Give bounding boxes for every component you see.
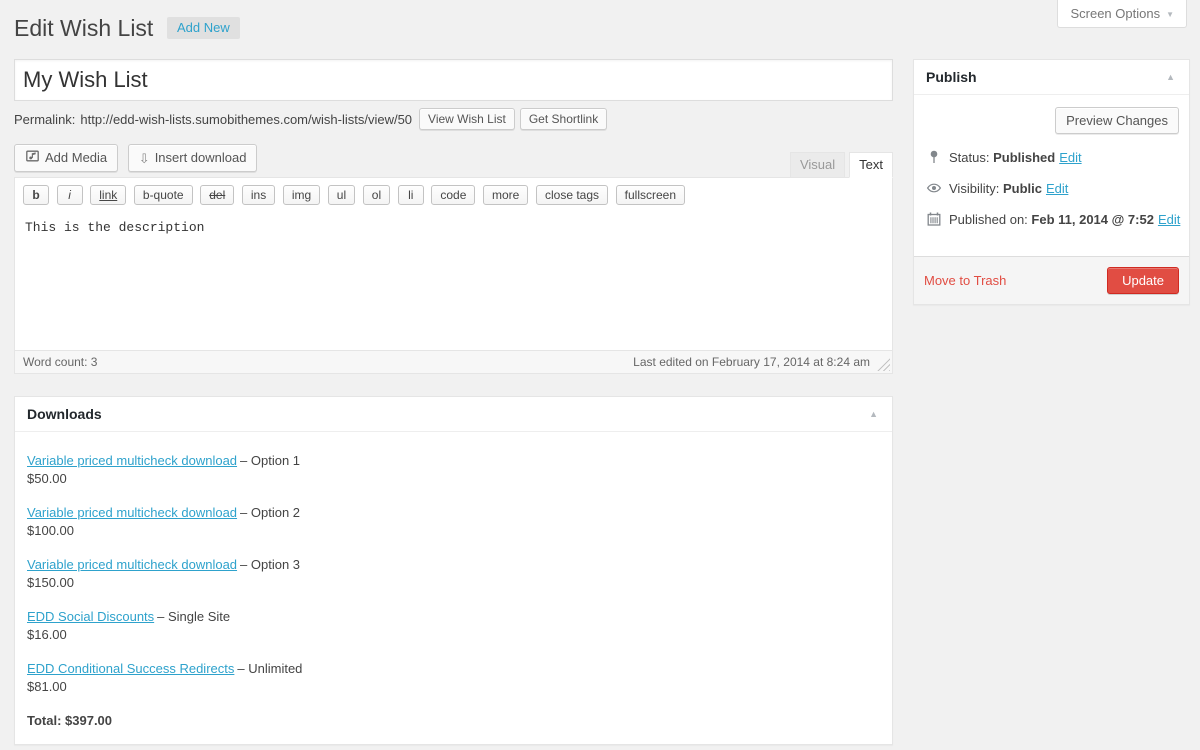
screen-options-button[interactable]: Screen Options ▼ bbox=[1057, 0, 1187, 28]
visibility-row: Visibility: Public Edit bbox=[926, 180, 1177, 196]
word-count: Word count: 3 bbox=[23, 355, 97, 369]
quicktag-italic-button[interactable]: i bbox=[57, 185, 83, 205]
quicktag-link-button[interactable]: link bbox=[90, 185, 126, 205]
quicktag-code-button[interactable]: code bbox=[431, 185, 475, 205]
visibility-label: Visibility: bbox=[949, 181, 1003, 196]
download-price: $81.00 bbox=[27, 678, 880, 696]
eye-icon bbox=[926, 180, 942, 196]
add-media-button[interactable]: Add Media bbox=[14, 144, 118, 172]
visibility-value: Public bbox=[1003, 181, 1042, 196]
edit-status-link[interactable]: Edit bbox=[1059, 150, 1081, 165]
download-link[interactable]: EDD Conditional Success Redirects bbox=[27, 661, 234, 676]
download-price: $50.00 bbox=[27, 470, 880, 488]
publish-metabox: Publish ▲ Preview Changes Status: Publis… bbox=[913, 59, 1190, 305]
move-to-trash-link[interactable]: Move to Trash bbox=[924, 273, 1006, 288]
quicktag-fullscreen-button[interactable]: fullscreen bbox=[616, 185, 685, 205]
download-link[interactable]: EDD Social Discounts bbox=[27, 609, 154, 624]
calendar-icon bbox=[926, 211, 942, 227]
chevron-down-icon: ▼ bbox=[1166, 10, 1174, 19]
download-price: $100.00 bbox=[27, 522, 880, 540]
tab-text[interactable]: Text bbox=[849, 152, 893, 178]
resize-grip[interactable] bbox=[877, 358, 890, 371]
title-input[interactable] bbox=[14, 59, 893, 101]
get-shortlink-button[interactable]: Get Shortlink bbox=[520, 108, 607, 130]
edit-wishlist-page: Edit Wish List Add New Permalink: http:/… bbox=[0, 0, 1200, 745]
download-arrow-icon: ⇩ bbox=[139, 150, 150, 167]
download-price: $16.00 bbox=[27, 626, 880, 644]
pin-icon bbox=[926, 149, 942, 165]
edit-published-on-link[interactable]: Edit bbox=[1158, 212, 1180, 227]
tab-visual[interactable]: Visual bbox=[790, 152, 845, 178]
download-item: Variable priced multicheck download– Opt… bbox=[27, 504, 880, 540]
download-item: EDD Conditional Success Redirects– Unlim… bbox=[27, 660, 880, 696]
quicktag-img-button[interactable]: img bbox=[283, 185, 320, 205]
downloads-metabox: Downloads ▲ Variable priced multicheck d… bbox=[14, 396, 893, 745]
quicktag-close-tags-button[interactable]: close tags bbox=[536, 185, 608, 205]
page-title: Edit Wish List bbox=[14, 15, 153, 41]
screen-options-label: Screen Options bbox=[1070, 6, 1160, 21]
download-variant: – Single Site bbox=[157, 609, 230, 624]
download-variant: – Option 1 bbox=[240, 453, 300, 468]
collapse-icon[interactable]: ▲ bbox=[867, 409, 880, 419]
text-editor: b i link b-quote del ins img ul ol li co… bbox=[14, 177, 893, 374]
quicktag-del-button[interactable]: del bbox=[200, 185, 234, 205]
editor-toolbar-row: Add Media ⇩ Insert download Visual Text bbox=[14, 143, 893, 177]
downloads-title: Downloads bbox=[27, 406, 102, 422]
status-label: Status: bbox=[949, 150, 993, 165]
view-wishlist-button[interactable]: View Wish List bbox=[419, 108, 515, 130]
downloads-total: Total: $397.00 bbox=[27, 713, 880, 728]
status-value: Published bbox=[993, 150, 1055, 165]
download-variant: – Option 3 bbox=[240, 557, 300, 572]
download-item: Variable priced multicheck download– Opt… bbox=[27, 452, 880, 488]
quicktag-more-button[interactable]: more bbox=[483, 185, 528, 205]
publish-title: Publish bbox=[926, 69, 977, 85]
download-link[interactable]: Variable priced multicheck download bbox=[27, 505, 237, 520]
media-icon bbox=[25, 149, 40, 167]
page-header: Edit Wish List Add New bbox=[14, 14, 1187, 43]
download-link[interactable]: Variable priced multicheck download bbox=[27, 557, 237, 572]
last-edited-text: Last edited on February 17, 2014 at 8:24… bbox=[633, 355, 870, 369]
permalink-row: Permalink: http://edd-wish-lists.sumobit… bbox=[14, 108, 893, 130]
quicktag-ol-button[interactable]: ol bbox=[363, 185, 390, 205]
downloads-metabox-header[interactable]: Downloads ▲ bbox=[15, 397, 892, 432]
side-column: Publish ▲ Preview Changes Status: Publis… bbox=[913, 59, 1190, 305]
editor-statusbar: Word count: 3 Last edited on February 17… bbox=[15, 350, 892, 373]
preview-changes-button[interactable]: Preview Changes bbox=[1055, 107, 1179, 134]
downloads-list: Variable priced multicheck download– Opt… bbox=[15, 432, 892, 744]
publish-metabox-header[interactable]: Publish ▲ bbox=[914, 60, 1189, 95]
quicktag-li-button[interactable]: li bbox=[398, 185, 424, 205]
insert-download-button[interactable]: ⇩ Insert download bbox=[128, 144, 258, 172]
quicktags-toolbar: b i link b-quote del ins img ul ol li co… bbox=[15, 178, 892, 209]
download-variant: – Option 2 bbox=[240, 505, 300, 520]
edit-visibility-link[interactable]: Edit bbox=[1046, 181, 1068, 196]
permalink-url: http://edd-wish-lists.sumobithemes.com/w… bbox=[80, 112, 412, 127]
collapse-icon[interactable]: ▲ bbox=[1164, 72, 1177, 82]
download-link[interactable]: Variable priced multicheck download bbox=[27, 453, 237, 468]
content-textarea[interactable]: This is the description bbox=[15, 209, 892, 350]
publishing-actions: Move to Trash Update bbox=[914, 256, 1189, 304]
quicktag-blockquote-button[interactable]: b-quote bbox=[134, 185, 193, 205]
published-on-value: Feb 11, 2014 @ 7:52 bbox=[1031, 212, 1154, 227]
quicktag-bold-button[interactable]: b bbox=[23, 185, 49, 205]
download-price: $150.00 bbox=[27, 574, 880, 592]
permalink-label: Permalink: bbox=[14, 112, 75, 127]
add-media-label: Add Media bbox=[45, 150, 107, 165]
published-on-label: Published on: bbox=[949, 212, 1031, 227]
main-column: Permalink: http://edd-wish-lists.sumobit… bbox=[14, 59, 893, 745]
status-row: Status: Published Edit bbox=[926, 149, 1177, 165]
editor-mode-tabs: Visual Text bbox=[786, 152, 893, 178]
download-variant: – Unlimited bbox=[237, 661, 302, 676]
update-button[interactable]: Update bbox=[1107, 267, 1179, 294]
add-new-button[interactable]: Add New bbox=[167, 17, 240, 39]
published-on-row: Published on: Feb 11, 2014 @ 7:52 Edit bbox=[926, 211, 1177, 227]
quicktag-ins-button[interactable]: ins bbox=[242, 185, 275, 205]
quicktag-ul-button[interactable]: ul bbox=[328, 185, 355, 205]
download-item: EDD Social Discounts– Single Site $16.00 bbox=[27, 608, 880, 644]
download-item: Variable priced multicheck download– Opt… bbox=[27, 556, 880, 592]
insert-download-label: Insert download bbox=[155, 150, 247, 165]
